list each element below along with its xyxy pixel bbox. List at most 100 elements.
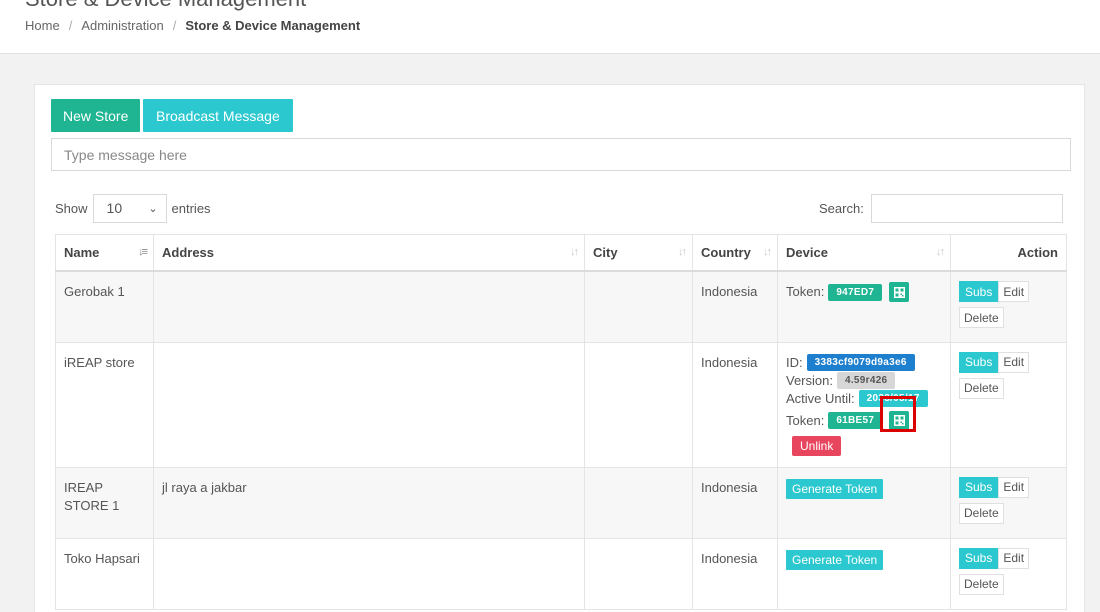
entries-select-value: 10: [106, 200, 123, 216]
subs-button[interactable]: Subs: [959, 476, 999, 498]
token-label: Token:: [786, 284, 825, 299]
edit-button[interactable]: Edit: [998, 547, 1030, 569]
store-city: [584, 466, 693, 539]
store-actions: Subs Edit Delete: [950, 341, 1067, 468]
qr-code-button[interactable]: [889, 410, 910, 431]
breadcrumb: Home / Administration / Store & Device Manag…: [25, 18, 360, 33]
column-label: City: [593, 245, 618, 260]
table-row: Gerobak 1 Indonesia Token: 947ED7 Subs Ed…: [55, 270, 1067, 343]
sort-icon: ↓↑: [570, 246, 579, 258]
search-input[interactable]: [870, 193, 1063, 223]
column-header-device[interactable]: Device ↓↑: [777, 234, 951, 272]
entries-select[interactable]: 10 ⌄: [92, 193, 167, 223]
store-name: Gerobak 1: [55, 270, 154, 343]
active-until-line: Active Until: 2033/05/17: [786, 390, 942, 408]
column-header-address[interactable]: Address ↓↑: [153, 234, 585, 272]
store-actions: Subs Edit Delete: [950, 537, 1067, 610]
store-address: [153, 270, 585, 343]
store-country: Indonesia: [692, 466, 778, 539]
token-badge: 61BE57: [828, 412, 883, 429]
entries-control: Show 10 ⌄ entries: [55, 193, 211, 223]
delete-button[interactable]: Delete: [959, 307, 1004, 328]
store-name: Toko Hapsari: [55, 537, 154, 610]
store-device: Generate Token: [777, 466, 951, 539]
entries-label: entries: [171, 200, 211, 216]
delete-button[interactable]: Delete: [959, 573, 1004, 595]
column-label: Name: [64, 245, 100, 260]
store-country: Indonesia: [692, 270, 778, 343]
stores-table: Name ↓≡ Address ↓↑ City ↓↑ Country ↓↑ Device…: [55, 234, 1067, 610]
delete-button[interactable]: Delete: [959, 377, 1004, 399]
subs-button[interactable]: Subs: [959, 281, 999, 302]
token-line: Token: 947ED7: [786, 282, 942, 302]
store-country: Indonesia: [692, 537, 778, 610]
store-name: iREAP store: [55, 341, 154, 468]
token-line: Token: 61BE57: [786, 410, 942, 431]
column-label: Device: [786, 245, 828, 260]
subs-button[interactable]: Subs: [959, 351, 999, 373]
generate-token-button[interactable]: Generate Token: [786, 478, 884, 499]
store-actions: Subs Edit Delete: [950, 270, 1067, 343]
id-line: ID: 3383cf9079d9a3e6: [786, 354, 942, 372]
store-device: ID: 3383cf9079d9a3e6 Version: 4.59r426 A…: [777, 341, 951, 468]
token-label: Token:: [786, 412, 825, 428]
broadcast-message-button[interactable]: Broadcast Message: [143, 99, 293, 132]
page-header: Store & Device Management Home / Administr…: [0, 0, 1100, 54]
column-label: Address: [162, 245, 215, 260]
store-address: jl raya a jakbar: [153, 466, 585, 539]
store-country: Indonesia: [692, 341, 778, 468]
store-device: Token: 947ED7: [777, 270, 951, 343]
store-city: [584, 341, 693, 468]
search-label: Search:: [819, 200, 864, 216]
store-city: [584, 537, 693, 610]
new-store-button[interactable]: New Store: [51, 99, 141, 132]
store-name: IREAP STORE 1: [55, 466, 154, 539]
edit-button[interactable]: Edit: [998, 281, 1030, 302]
sort-icon: ↓↑: [763, 246, 772, 258]
store-card: New Store Broadcast Message Show 10 ⌄ en…: [34, 84, 1085, 612]
table-row: iREAP store Indonesia ID: 3383cf9079d9a3…: [55, 341, 1067, 468]
search-control: Search:: [819, 193, 1063, 223]
column-label: Country: [701, 245, 751, 260]
store-address: [153, 537, 585, 610]
store-address: [153, 341, 585, 468]
sort-asc-icon: ↓≡: [138, 246, 148, 258]
qr-code-button[interactable]: [889, 282, 910, 302]
store-city: [584, 270, 693, 343]
breadcrumb-separator: /: [172, 18, 177, 33]
subs-button[interactable]: Subs: [959, 547, 999, 569]
column-header-action: Action: [950, 234, 1067, 272]
breadcrumb-separator: /: [68, 18, 73, 33]
sort-icon: ↓↑: [936, 246, 945, 258]
breadcrumb-current: Store & Device Management: [185, 18, 361, 33]
token-badge: 947ED7: [828, 283, 883, 301]
sort-icon: ↓↑: [678, 246, 687, 258]
delete-button[interactable]: Delete: [959, 502, 1004, 524]
chevron-down-icon: ⌄: [148, 202, 158, 215]
qr-code-icon: [893, 286, 905, 298]
store-actions: Subs Edit Delete: [950, 466, 1067, 539]
column-header-name[interactable]: Name ↓≡: [55, 234, 154, 272]
id-badge: 3383cf9079d9a3e6: [806, 354, 915, 371]
message-input[interactable]: [51, 138, 1071, 171]
generate-token-button[interactable]: Generate Token: [786, 549, 884, 570]
unlink-button[interactable]: Unlink: [792, 435, 842, 456]
table-row: IREAP STORE 1 jl raya a jakbar Indonesia…: [55, 466, 1067, 539]
column-label: Action: [1017, 245, 1058, 260]
show-label: Show: [55, 200, 88, 216]
version-line: Version: 4.59r426: [786, 372, 942, 390]
table-row: Toko Hapsari Indonesia Generate Token Su…: [55, 537, 1067, 610]
store-device: Generate Token: [777, 537, 951, 610]
active-until-label: Active Until:: [786, 390, 855, 406]
breadcrumb-home[interactable]: Home: [25, 18, 60, 33]
column-header-city[interactable]: City ↓↑: [584, 234, 693, 272]
breadcrumb-administration[interactable]: Administration: [81, 18, 163, 33]
qr-code-icon: [893, 415, 905, 426]
edit-button[interactable]: Edit: [998, 351, 1030, 373]
version-label: Version:: [786, 372, 833, 388]
version-badge: 4.59r426: [836, 372, 896, 389]
id-label: ID:: [786, 354, 803, 370]
page-title: Store & Device Management: [25, 0, 306, 12]
column-header-country[interactable]: Country ↓↑: [692, 234, 778, 272]
edit-button[interactable]: Edit: [998, 476, 1030, 498]
